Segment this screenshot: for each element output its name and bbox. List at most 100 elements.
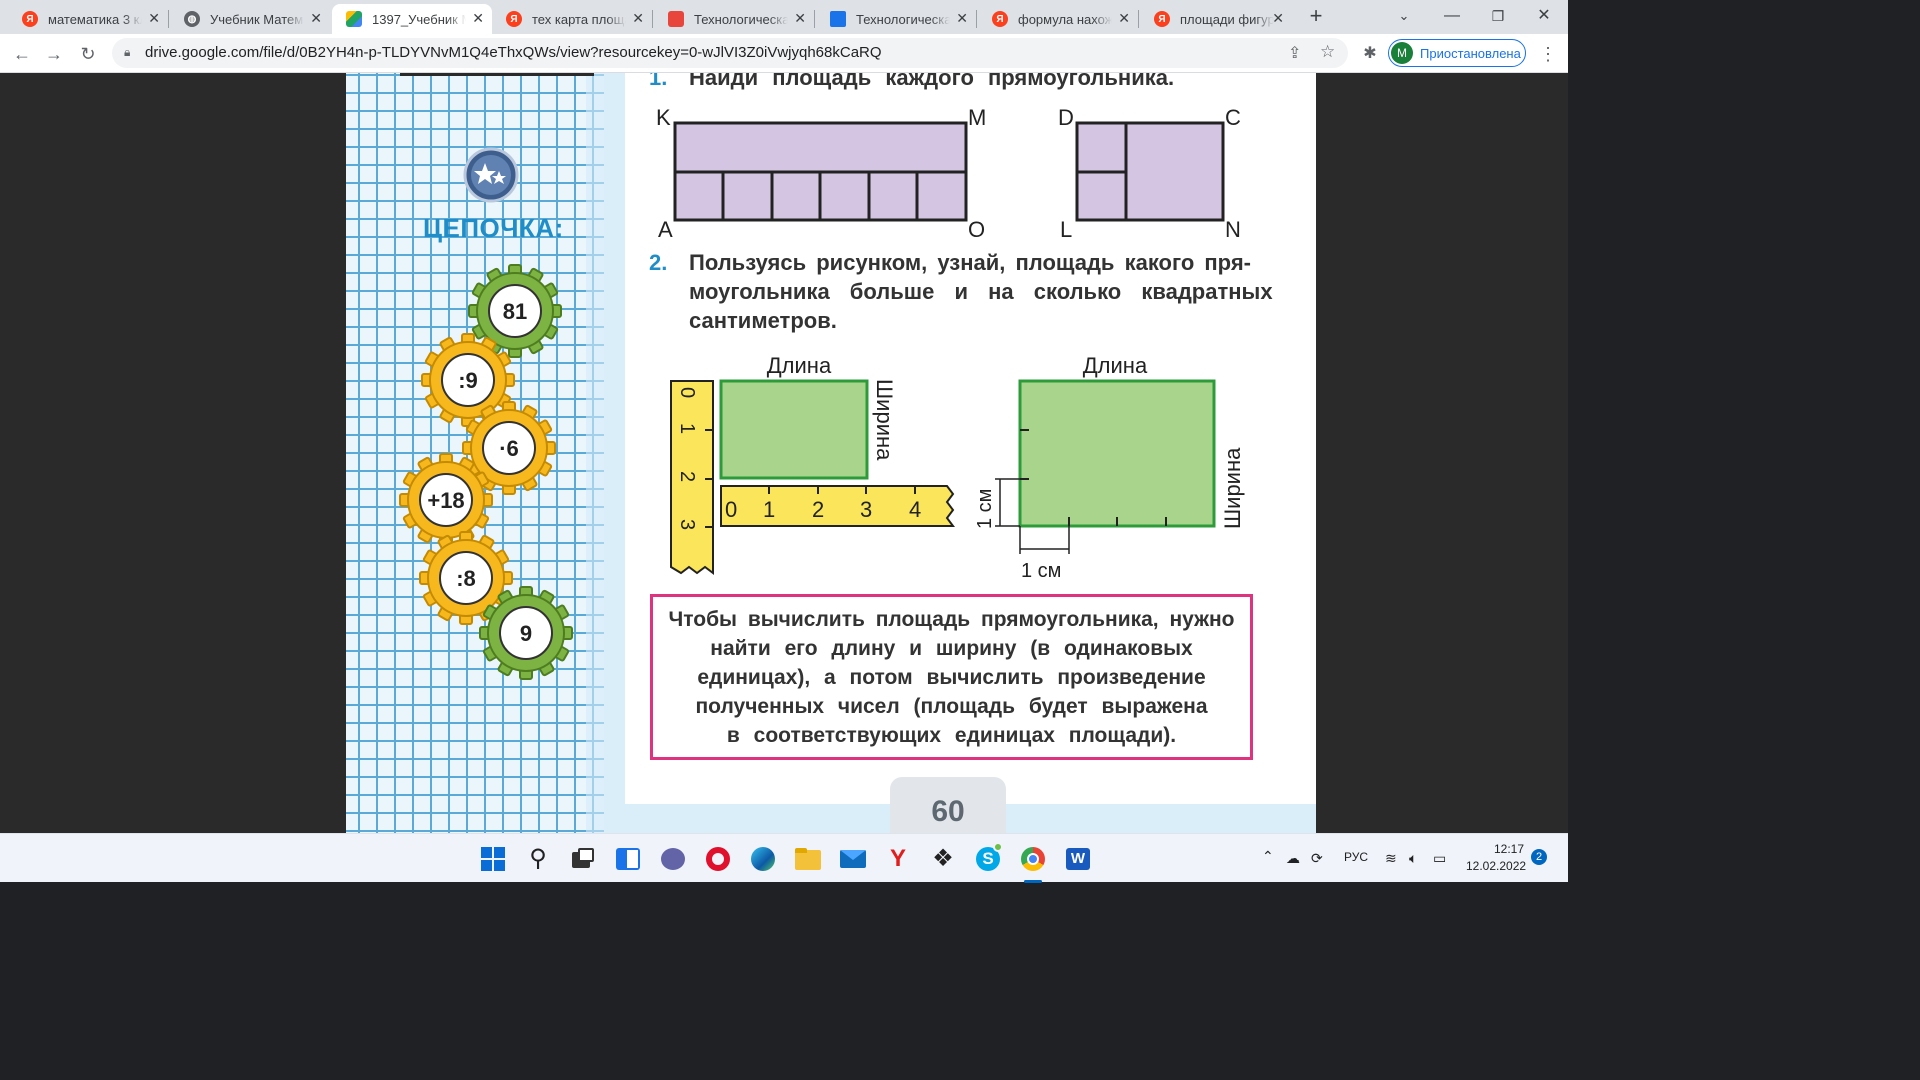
- close-icon[interactable]: ✕: [148, 10, 160, 27]
- rule-line2: найти его длину и ширину (в одинаковых: [710, 637, 1193, 660]
- menu-dots-icon[interactable]: ⋮: [1534, 40, 1562, 68]
- file-explorer-icon[interactable]: [793, 844, 823, 874]
- rectangle-small: [719, 379, 869, 480]
- content-card: 1. Найди площадь каждого прямоугольника.…: [625, 73, 1316, 804]
- ruler-h-1: 1: [763, 497, 775, 522]
- task1-number: 1.: [649, 73, 668, 90]
- close-icon[interactable]: ✕: [472, 10, 484, 27]
- windows-start-icon[interactable]: [478, 844, 508, 874]
- task2-number: 2.: [649, 250, 668, 275]
- close-icon[interactable]: ✕: [794, 10, 806, 27]
- gear-label: 81: [503, 299, 527, 324]
- widgets-icon[interactable]: [613, 844, 643, 874]
- ruler-v-0: 0: [676, 387, 698, 398]
- yandex-icon: Я: [1154, 11, 1170, 27]
- edge-icon[interactable]: [748, 844, 778, 874]
- tab-title: тех карта площа: [532, 11, 626, 27]
- yandex-icon: Я: [506, 11, 522, 27]
- language-indicator[interactable]: РУС: [1344, 850, 1368, 864]
- ruler-v-1: 1: [676, 423, 698, 434]
- notification-badge[interactable]: 2: [1531, 849, 1547, 865]
- wifi-icon[interactable]: ≋: [1385, 850, 1397, 867]
- length-label-left: Длина: [767, 353, 832, 378]
- forward-icon[interactable]: →: [40, 40, 68, 68]
- rectangle-large: [1018, 379, 1216, 528]
- battery-icon[interactable]: ▭: [1433, 850, 1446, 867]
- tab-0[interactable]: Я математика 3 кла ✕: [8, 4, 168, 34]
- avatar: M: [1391, 42, 1413, 64]
- tab-title: математика 3 кла: [48, 11, 142, 27]
- gear-label: :9: [458, 368, 478, 393]
- chain-title: ЦЕПОЧКА:: [423, 213, 564, 243]
- mail-icon[interactable]: [838, 844, 868, 874]
- book-icon: [830, 11, 846, 27]
- tab-1[interactable]: ◍ Учебник Матема ✕: [170, 4, 330, 34]
- minimize-button[interactable]: —: [1430, 0, 1474, 32]
- tab-6[interactable]: Я формула нахожд ✕: [978, 4, 1138, 34]
- task-view-icon[interactable]: [568, 844, 598, 874]
- tab-3[interactable]: Я тех карта площа ✕: [492, 4, 652, 34]
- tab-search-icon[interactable]: ⌄: [1382, 0, 1426, 32]
- rule-line5: в соответствующих единицах площади).: [726, 724, 1177, 747]
- new-tab-button[interactable]: +: [1294, 0, 1338, 32]
- word-icon[interactable]: W: [1063, 844, 1093, 874]
- restore-button[interactable]: ❐: [1476, 0, 1520, 32]
- task1-text: Найди площадь каждого прямоугольника.: [689, 73, 1175, 90]
- close-icon[interactable]: ✕: [310, 10, 322, 27]
- label-m: M: [968, 105, 986, 130]
- bookmark-star-icon[interactable]: ☆: [1320, 42, 1335, 62]
- chevron-up-icon[interactable]: ⌃: [1262, 848, 1274, 865]
- close-icon[interactable]: ✕: [1272, 10, 1284, 27]
- close-window-button[interactable]: ✕: [1522, 0, 1566, 32]
- clock-date[interactable]: 12.02.2022: [1466, 859, 1526, 873]
- top-rule: [400, 73, 594, 76]
- label-k: K: [656, 105, 671, 130]
- briefcase-icon: [668, 11, 684, 27]
- globe-icon: ◍: [184, 11, 200, 27]
- width-label-left: Ширина: [872, 379, 897, 461]
- tab-5[interactable]: Технологическая ✕: [816, 4, 976, 34]
- skype-icon[interactable]: S: [973, 842, 1003, 874]
- chrome-icon[interactable]: [1018, 844, 1048, 883]
- document-viewer[interactable]: ЦЕПОЧКА: 81:9 ·6 +18:8 9 1. Найди площ…: [0, 73, 1568, 833]
- rule-line3: единицах), а потом вычислить произведени…: [697, 666, 1206, 689]
- gear-label: 9: [520, 621, 532, 646]
- search-icon[interactable]: ⚲: [523, 844, 553, 874]
- opera-icon[interactable]: [703, 844, 733, 874]
- width-label-right: Ширина: [1220, 447, 1245, 529]
- page-number: 60: [890, 777, 1006, 833]
- close-icon[interactable]: ✕: [632, 10, 644, 27]
- reload-icon[interactable]: ↻: [74, 40, 102, 68]
- close-icon[interactable]: ✕: [956, 10, 968, 27]
- tab-title: Технологическая: [856, 11, 950, 27]
- back-icon[interactable]: ←: [8, 40, 36, 68]
- tab-2-active[interactable]: 1397_Учебник М ✕: [332, 4, 492, 34]
- yandex-browser-icon[interactable]: Y: [883, 844, 913, 874]
- taskbar: ⚲ Y ❖ S W ⌃ ☁ ⟳ РУС ≋ 🔈︎ ▭ 12:17 12.02.2…: [0, 833, 1568, 883]
- extensions-icon[interactable]: ✱: [1356, 40, 1384, 68]
- ruler-v-2: 2: [676, 471, 698, 482]
- dropbox-icon[interactable]: ❖: [928, 844, 958, 874]
- clock-time[interactable]: 12:17: [1482, 842, 1524, 856]
- yandex-icon: Я: [992, 11, 1008, 27]
- length-label-right: Длина: [1083, 353, 1148, 378]
- yandex-icon: Я: [22, 11, 38, 27]
- label-n: N: [1225, 217, 1241, 242]
- share-icon[interactable]: ⇪: [1288, 43, 1301, 63]
- label-l: L: [1060, 217, 1072, 242]
- teams-chat-icon[interactable]: [658, 844, 688, 874]
- volume-icon[interactable]: 🔈︎: [1409, 850, 1417, 867]
- close-icon[interactable]: ✕: [1118, 10, 1130, 27]
- profile-button[interactable]: M Приостановлена: [1388, 39, 1526, 67]
- tab-7[interactable]: Я площади фигур - ✕: [1140, 4, 1292, 34]
- tab-title: площади фигур -: [1180, 11, 1274, 27]
- gear-label: ·6: [499, 436, 519, 461]
- tab-strip: Я математика 3 кла ✕ ◍ Учебник Матема ✕ …: [0, 0, 1568, 34]
- onedrive-icon[interactable]: ☁: [1286, 850, 1300, 867]
- url-text[interactable]: drive.google.com/file/d/0B2YH4n-p-TLDYVN…: [145, 44, 882, 61]
- cm-label-horizontal: 1 см: [1021, 560, 1061, 582]
- tab-4[interactable]: Технологическая ✕: [654, 4, 814, 34]
- sync-icon[interactable]: ⟳: [1311, 850, 1323, 867]
- address-bar[interactable]: 🔒︎ drive.google.com/file/d/0B2YH4n-p-TLD…: [112, 38, 1348, 68]
- gear-label: :8: [456, 566, 476, 591]
